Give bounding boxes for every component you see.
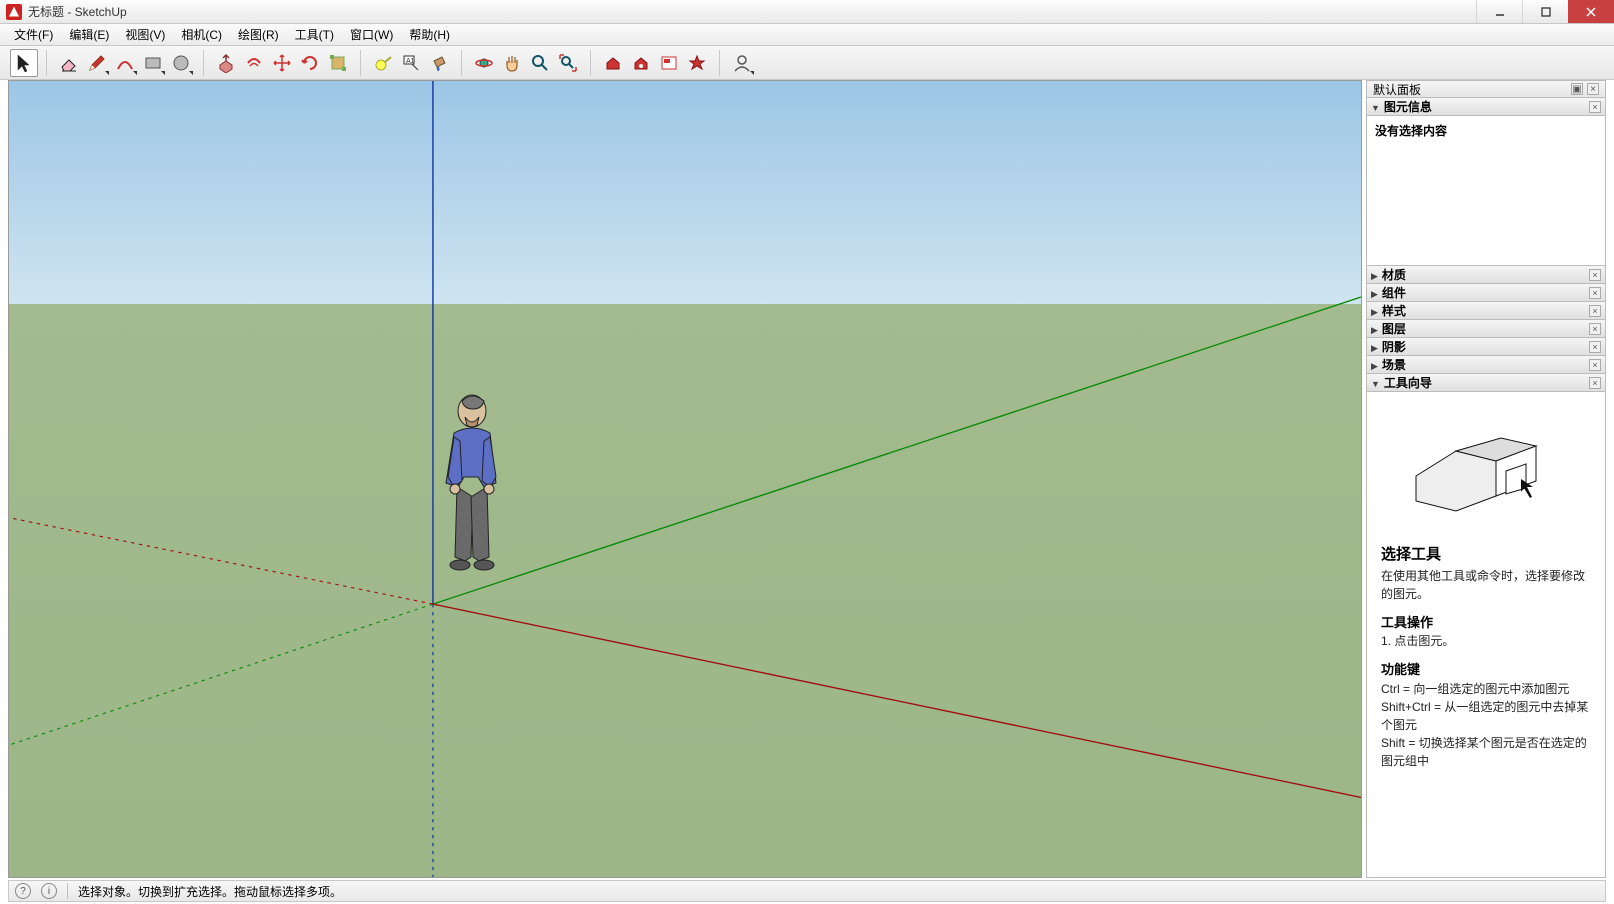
dropdown-caret-icon (161, 71, 165, 75)
panel-header-scenes[interactable]: ▶场景× (1366, 356, 1606, 374)
arc-tool[interactable] (111, 49, 139, 77)
menu-item[interactable]: 视图(V) (117, 24, 173, 45)
menu-item[interactable]: 窗口(W) (342, 24, 401, 45)
circle-tool[interactable] (167, 49, 195, 77)
panel-header-layers[interactable]: ▶图层× (1366, 320, 1606, 338)
scale-tool[interactable] (324, 49, 352, 77)
dropdown-caret-icon (750, 71, 754, 75)
panel-close-icon[interactable]: × (1589, 377, 1601, 389)
panel-close-icon[interactable]: × (1589, 305, 1601, 317)
warehouse-3d-tool[interactable] (599, 49, 627, 77)
tray-title-label: 默认面板 (1373, 81, 1421, 98)
dropdown-caret-icon (133, 71, 137, 75)
instructor-op-steps: 1. 点击图元。 (1381, 632, 1591, 650)
panel-header-shadows[interactable]: ▶阴影× (1366, 338, 1606, 356)
panel-header-components[interactable]: ▶组件× (1366, 284, 1606, 302)
instructor-body: 选择工具在使用其他工具或命令时，选择要修改的图元。工具操作1. 点击图元。功能键… (1366, 392, 1606, 878)
panel-close-icon[interactable]: × (1589, 341, 1601, 353)
main-toolbar: A1 (0, 46, 1614, 80)
zoom-tool[interactable] (526, 49, 554, 77)
panel-header-materials[interactable]: ▶材质× (1366, 266, 1606, 284)
layout-tool[interactable] (655, 49, 683, 77)
menu-item[interactable]: 帮助(H) (401, 24, 458, 45)
instructor-intro: 在使用其他工具或命令时，选择要修改的图元。 (1381, 567, 1591, 603)
status-bar: ? i 选择对象。切换到扩充选择。拖动鼠标选择多项。 (8, 880, 1606, 902)
panel-header-instructor[interactable]: ▼工具向导× (1366, 374, 1606, 392)
zoom-extents-tool[interactable] (554, 49, 582, 77)
panel-close-icon[interactable]: × (1589, 269, 1601, 281)
menu-bar: 文件(F)编辑(E)视图(V)相机(C)绘图(R)工具(T)窗口(W)帮助(H) (0, 24, 1614, 46)
select-tool[interactable] (10, 49, 38, 77)
panel-close-icon[interactable]: × (1589, 359, 1601, 371)
menu-item[interactable]: 绘图(R) (230, 24, 287, 45)
info-icon[interactable]: i (41, 883, 57, 899)
pan-tool[interactable] (498, 49, 526, 77)
text-tool[interactable]: A1 (397, 49, 425, 77)
paint-bucket-tool[interactable] (425, 49, 453, 77)
tray-close-icon[interactable]: × (1587, 83, 1599, 95)
instructor-keys-title: 功能键 (1381, 660, 1591, 680)
menu-item[interactable]: 工具(T) (287, 24, 342, 45)
extension-warehouse-tool[interactable] (627, 49, 655, 77)
instructor-title: 选择工具 (1381, 544, 1591, 567)
app-icon (6, 4, 22, 20)
title-bar: 无标题 - SketchUp (0, 0, 1614, 24)
tape-measure-tool[interactable] (369, 49, 397, 77)
panel-close-icon[interactable]: × (1589, 101, 1601, 113)
dropdown-caret-icon (189, 71, 193, 75)
close-button[interactable] (1568, 0, 1614, 23)
menu-item[interactable]: 文件(F) (6, 24, 61, 45)
window-controls (1476, 0, 1614, 23)
tray-pin-icon[interactable]: ▣ (1571, 83, 1583, 95)
maximize-button[interactable] (1522, 0, 1568, 23)
offset-tool[interactable] (240, 49, 268, 77)
panel-header-entity-info[interactable]: ▼图元信息× (1366, 98, 1606, 116)
status-hint: 选择对象。切换到扩充选择。拖动鼠标选择多项。 (78, 883, 342, 900)
rotate-tool[interactable] (296, 49, 324, 77)
scale-figure (427, 393, 517, 629)
move-tool[interactable] (268, 49, 296, 77)
work-area: 默认面板 ▣ × ▼图元信息×没有选择内容 ▶材质×▶组件×▶样式×▶图层×▶阴… (8, 80, 1606, 878)
eraser-tool[interactable] (55, 49, 83, 77)
3d-viewport[interactable] (8, 80, 1362, 878)
extension-manager-tool[interactable] (683, 49, 711, 77)
instructor-op-title: 工具操作 (1381, 613, 1591, 633)
entity-info-body: 没有选择内容 (1366, 116, 1606, 266)
instructor-keys-body: Ctrl = 向一组选定的图元中添加图元 Shift+Ctrl = 从一组选定的… (1381, 680, 1591, 770)
instructor-diagram (1381, 402, 1591, 536)
rectangle-tool[interactable] (139, 49, 167, 77)
dropdown-caret-icon (105, 71, 109, 75)
help-icon[interactable]: ? (15, 883, 31, 899)
minimize-button[interactable] (1476, 0, 1522, 23)
tray-title-bar[interactable]: 默认面板 ▣ × (1366, 80, 1606, 98)
svg-text:A1: A1 (406, 58, 415, 65)
line-tool[interactable] (83, 49, 111, 77)
window-title: 无标题 - SketchUp (28, 3, 127, 20)
panel-close-icon[interactable]: × (1589, 323, 1601, 335)
user-account-tool[interactable] (728, 49, 756, 77)
menu-item[interactable]: 相机(C) (173, 24, 230, 45)
panel-close-icon[interactable]: × (1589, 287, 1601, 299)
menu-item[interactable]: 编辑(E) (61, 24, 117, 45)
default-tray: 默认面板 ▣ × ▼图元信息×没有选择内容 ▶材质×▶组件×▶样式×▶图层×▶阴… (1366, 80, 1606, 878)
panel-header-styles[interactable]: ▶样式× (1366, 302, 1606, 320)
pushpull-tool[interactable] (212, 49, 240, 77)
orbit-tool[interactable] (470, 49, 498, 77)
